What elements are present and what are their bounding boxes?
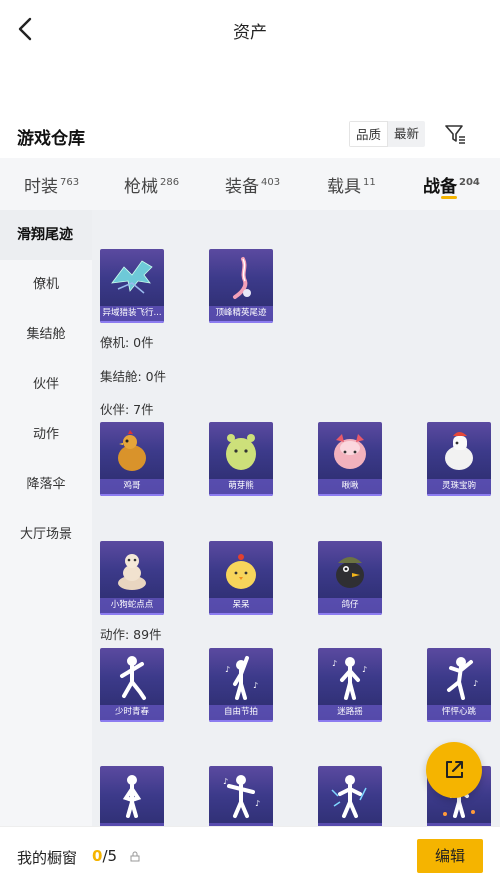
item-label: 顶峰精英尾迹 (209, 306, 273, 321)
item-label: 小狗蛇点点 (100, 598, 164, 613)
section-label-partner: 伙伴: 7件 (100, 402, 154, 417)
warehouse-title: 游戏仓库 (17, 129, 85, 149)
item-grid: 异域猎装飞行... 顶峰精英尾迹 僚机: 0件 集结舱: 0件 伙伴: 7件 鸡… (92, 210, 500, 830)
page-title: 资产 (233, 23, 267, 43)
tab-guns[interactable]: 枪械 286 (124, 172, 179, 197)
dancer-icon (120, 656, 146, 700)
dancer-icon (122, 775, 142, 818)
sidebar-item-parachute[interactable]: 降落伞 (0, 460, 92, 510)
showcase-bar: 我的橱窗 0/5 编辑 (0, 826, 500, 885)
item-card[interactable]: 异域猎装飞行... (100, 249, 164, 323)
sidebar-item-wingman[interactable]: 僚机 (0, 260, 92, 310)
item-card[interactable]: 呆呆 (209, 541, 273, 615)
dragon-icon (111, 260, 153, 294)
item-card[interactable] (100, 766, 164, 830)
item-card[interactable]: 少时青春 (100, 648, 164, 722)
svg-text:♪: ♪ (225, 665, 230, 674)
item-card[interactable]: 小狗蛇点点 (100, 541, 164, 615)
svg-text:♪: ♪ (362, 665, 367, 674)
item-card[interactable]: ♪ 怦怦心跳 (427, 648, 491, 722)
tab-fashion[interactable]: 时装 763 (24, 172, 79, 197)
filter-icon[interactable] (443, 122, 467, 146)
tab-equipment[interactable]: 装备 403 (225, 172, 280, 197)
section-label-emote: 动作: 89件 (100, 627, 162, 642)
share-icon (446, 761, 463, 778)
tab-readiness[interactable]: 战备 204 (423, 172, 480, 197)
pig-icon (334, 434, 366, 469)
svg-text:♪: ♪ (223, 777, 228, 786)
svg-text:♪: ♪ (473, 679, 478, 688)
item-card[interactable]: 啾啾 (318, 422, 382, 496)
svg-text:♪: ♪ (255, 799, 260, 808)
active-tab-indicator (441, 196, 457, 199)
chick-icon (226, 554, 256, 589)
item-label: 异域猎装飞行... (100, 306, 164, 321)
item-label: 少时青春 (100, 705, 164, 720)
sort-newest-button[interactable]: 最新 (388, 121, 425, 147)
item-card[interactable]: 鸽仔 (318, 541, 382, 615)
horse-icon (445, 432, 473, 470)
item-label: 鸽仔 (318, 598, 382, 613)
sort-quality-button[interactable]: 品质 (349, 121, 389, 147)
warehouse-header: 游戏仓库 品质 最新 (0, 112, 500, 156)
item-label: 鸡哥 (100, 479, 164, 494)
sidebar-item-pod[interactable]: 集结舱 (0, 310, 92, 360)
item-card[interactable]: ♪ ♪ 迷路摇 (318, 648, 382, 722)
sidebar-item-glide-trail[interactable]: 滑翔尾迹 (0, 210, 92, 260)
item-label: 呆呆 (209, 598, 273, 613)
section-label-pod: 集结舱: 0件 (100, 369, 167, 384)
snake-dog-icon (118, 554, 146, 590)
lock-icon (130, 851, 140, 862)
item-card[interactable] (318, 766, 382, 830)
dancer-icon: ♪ (447, 657, 478, 700)
item-card[interactable]: 鸡哥 (100, 422, 164, 496)
top-bar: 资产 (0, 0, 500, 58)
dancer-icon: ♪♪ (332, 657, 367, 700)
item-card[interactable]: ♪ ♪ 自由节拍 (209, 648, 273, 722)
dancer-icon: ♪♪ (225, 656, 258, 700)
showcase-label: 我的橱窗 (17, 849, 78, 867)
sidebar-item-emote[interactable]: 动作 (0, 410, 92, 460)
item-card[interactable]: 顶峰精英尾迹 (209, 249, 273, 323)
share-button[interactable] (426, 742, 482, 798)
dancer-icon (331, 775, 367, 818)
sidebar-item-partner[interactable]: 伙伴 (0, 360, 92, 410)
showcase-count: 0/5 (92, 847, 118, 865)
trail-icon (233, 257, 251, 299)
item-label: 怦怦心跳 (427, 705, 491, 720)
sort-toggle: 品质 最新 (349, 121, 426, 147)
svg-text:♪: ♪ (253, 681, 258, 690)
item-label: 啾啾 (318, 479, 382, 494)
item-card[interactable]: ♪ ♪ (209, 766, 273, 830)
item-label: 萌芽熊 (209, 479, 273, 494)
svg-text:♪: ♪ (332, 659, 337, 668)
edit-button[interactable]: 编辑 (417, 839, 483, 873)
item-card[interactable]: 灵珠宝驹 (427, 422, 491, 496)
category-tabs: 时装 763 枪械 286 装备 403 载具 11 战备 204 (0, 158, 500, 210)
bear-icon (226, 434, 256, 470)
item-card[interactable]: 萌芽熊 (209, 422, 273, 496)
item-label: 灵珠宝驹 (427, 479, 491, 494)
sidebar: 滑翔尾迹 僚机 集结舱 伙伴 动作 降落伞 大厅场景 (0, 210, 92, 830)
item-label: 迷路摇 (318, 705, 382, 720)
tab-vehicles[interactable]: 载具 11 (327, 172, 376, 197)
dancer-icon: ♪♪ (223, 775, 260, 818)
sidebar-item-lobby[interactable]: 大厅场景 (0, 510, 92, 560)
section-label-wingman: 僚机: 0件 (100, 335, 154, 350)
pigeon-icon (336, 557, 364, 588)
item-label: 自由节拍 (209, 705, 273, 720)
chicken-icon (118, 430, 146, 471)
